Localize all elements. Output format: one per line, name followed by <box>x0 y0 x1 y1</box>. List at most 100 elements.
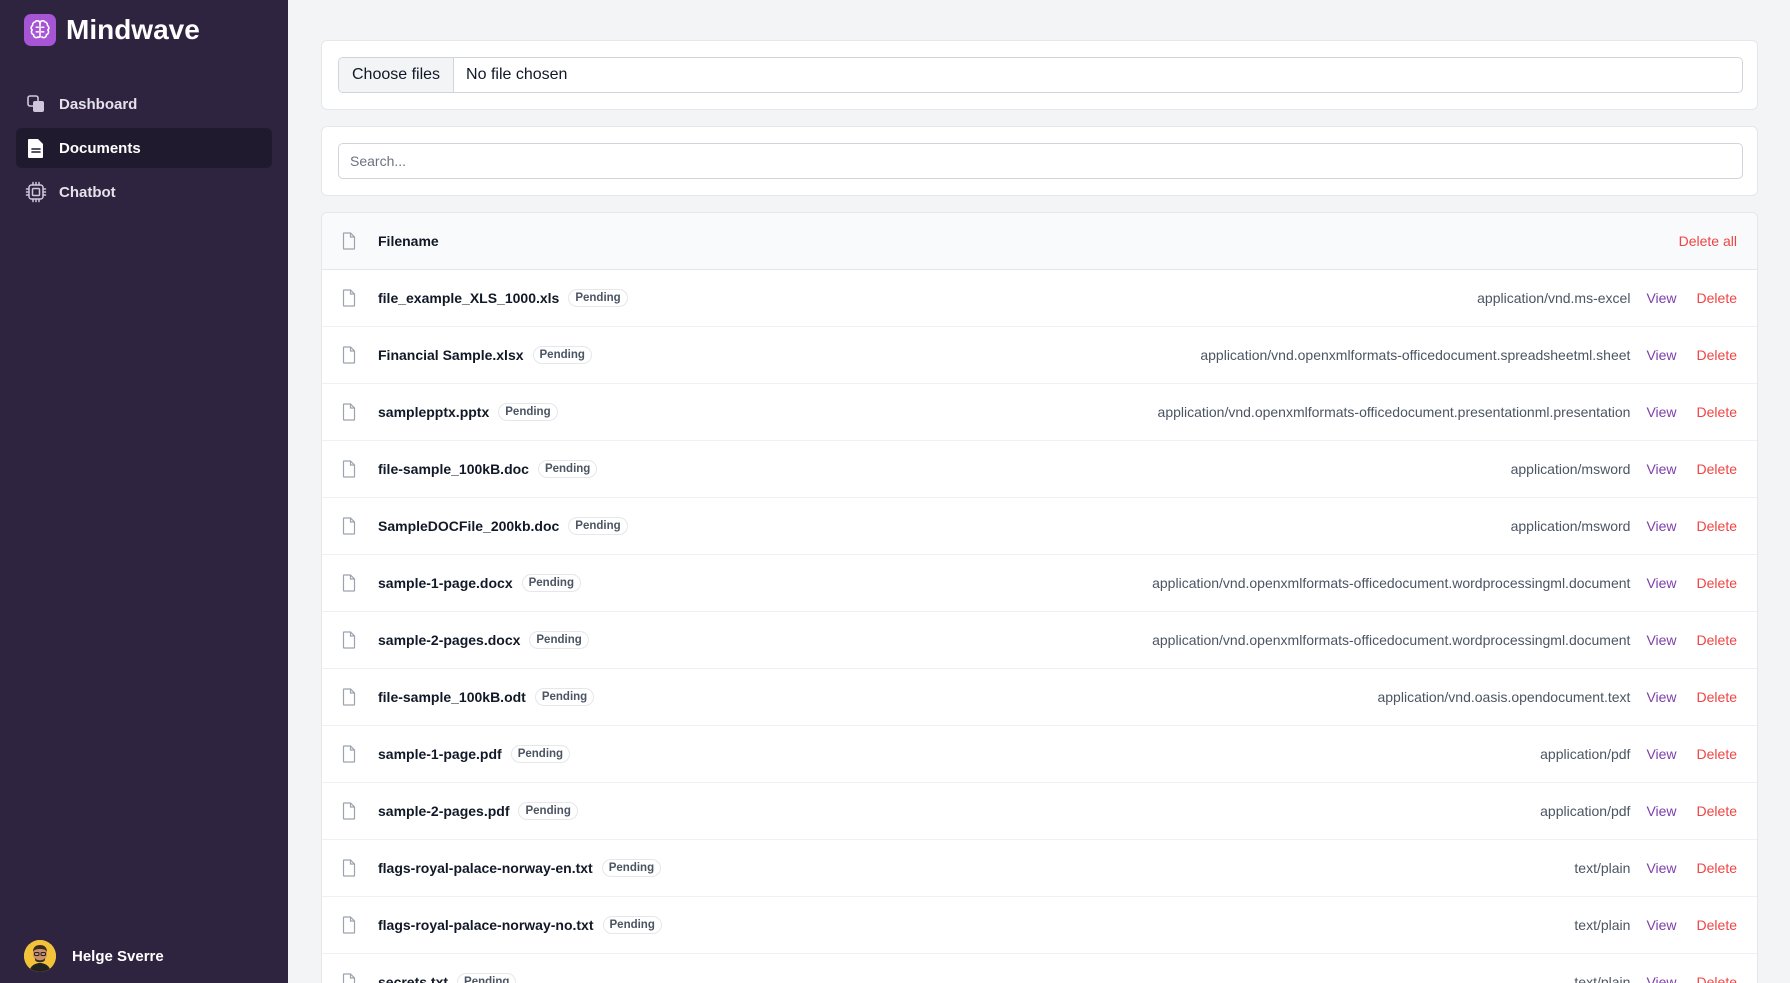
file-icon <box>342 345 358 365</box>
view-button[interactable]: View <box>1646 917 1676 933</box>
view-button[interactable]: View <box>1646 461 1676 477</box>
file-icon <box>342 630 358 650</box>
table-row: SampleDOCFile_200kb.doc Pending applicatio… <box>322 498 1757 555</box>
delete-button[interactable]: Delete <box>1697 461 1737 477</box>
table-row: samplepptx.pptx Pending application/vnd.op… <box>322 384 1757 441</box>
choose-files-button[interactable]: Choose files <box>339 58 455 92</box>
status-badge: Pending <box>529 631 589 649</box>
status-badge: Pending <box>532 346 592 364</box>
view-button[interactable]: View <box>1646 347 1676 363</box>
file-icon <box>342 744 358 764</box>
delete-button[interactable]: Delete <box>1697 917 1737 933</box>
table-row: secrets.txt Pending text/plain View Delete <box>322 954 1757 983</box>
mime-type: text/plain <box>1574 860 1631 876</box>
mime-type: application/vnd.ms-excel <box>1477 290 1631 306</box>
file-icon <box>342 573 358 593</box>
table-header: Filename Delete all <box>322 213 1757 270</box>
status-badge: Pending <box>568 517 628 535</box>
table-row: file-sample_100kB.doc Pending application/… <box>322 441 1757 498</box>
delete-button[interactable]: Delete <box>1697 404 1737 420</box>
view-button[interactable]: View <box>1646 803 1676 819</box>
app-name: Mindwave <box>66 14 200 45</box>
delete-button[interactable]: Delete <box>1697 290 1737 306</box>
status-badge: Pending <box>537 460 598 478</box>
file-upload-input[interactable]: Choose files No file chosen <box>338 57 1743 93</box>
sidebar-item-label: Chatbot <box>59 183 116 201</box>
delete-button[interactable]: Delete <box>1697 803 1737 819</box>
view-button[interactable]: View <box>1646 860 1676 876</box>
view-button[interactable]: View <box>1646 290 1676 306</box>
search-input[interactable] <box>338 143 1743 179</box>
view-button[interactable]: View <box>1646 575 1676 591</box>
document-icon <box>25 137 47 159</box>
filename: sample-1-page.pdf <box>378 746 502 762</box>
table-row: flags-royal-palace-norway-no.txt Pending t… <box>322 897 1757 954</box>
brand[interactable]: Mindwave <box>24 14 200 46</box>
delete-all-button[interactable]: Delete all <box>1679 233 1737 249</box>
file-status-text: No file chosen <box>466 66 568 83</box>
file-icon <box>342 459 358 479</box>
filename-column-header[interactable]: Filename <box>378 233 1679 249</box>
delete-button[interactable]: Delete <box>1697 689 1737 705</box>
filename: sample-1-page.docx <box>378 575 513 591</box>
table-row: Financial Sample.xlsx Pending application/… <box>322 327 1757 384</box>
delete-button[interactable]: Delete <box>1697 347 1737 363</box>
delete-button[interactable]: Delete <box>1697 632 1737 648</box>
view-button[interactable]: View <box>1646 689 1676 705</box>
table-row: file_example_XLS_1000.xls Pending applicat… <box>322 270 1757 327</box>
mime-type: application/vnd.openxmlformats-officedoc… <box>1152 575 1631 591</box>
view-button[interactable]: View <box>1646 404 1676 420</box>
table-row: file-sample_100kB.odt Pending application/… <box>322 669 1757 726</box>
filename: file-sample_100kB.odt <box>378 689 526 705</box>
mime-type: application/vnd.oasis.opendocument.text <box>1377 689 1631 705</box>
delete-button[interactable]: Delete <box>1697 575 1737 591</box>
sidebar-item-dashboard[interactable]: Dashboard <box>16 84 272 124</box>
filename: sample-2-pages.docx <box>378 632 521 648</box>
file-icon <box>342 972 358 983</box>
mime-type: text/plain <box>1574 974 1631 983</box>
chip-icon <box>25 181 47 203</box>
filename: sample-2-pages.pdf <box>378 803 510 819</box>
view-button[interactable]: View <box>1646 974 1676 983</box>
status-badge: Pending <box>457 973 517 983</box>
table-row: sample-2-pages.docx Pending application/vn… <box>322 612 1757 669</box>
delete-button[interactable]: Delete <box>1697 860 1737 876</box>
upload-card: Choose files No file chosen <box>321 40 1758 110</box>
status-badge: Pending <box>534 688 595 706</box>
sidebar-item-label: Documents <box>59 139 141 157</box>
file-icon <box>342 231 358 251</box>
mime-type: text/plain <box>1574 917 1631 933</box>
mime-type: application/pdf <box>1540 746 1631 762</box>
filename: samplepptx.pptx <box>378 404 490 420</box>
file-icon <box>342 516 358 536</box>
filename: file_example_XLS_1000.xls <box>378 290 560 306</box>
brain-icon <box>24 14 56 46</box>
status-badge: Pending <box>568 289 628 307</box>
view-button[interactable]: View <box>1646 518 1676 534</box>
mime-type: application/vnd.openxmlformats-officedoc… <box>1152 632 1631 648</box>
user-profile[interactable]: Helge Sverre <box>24 940 164 972</box>
status-badge: Pending <box>601 859 662 877</box>
view-button[interactable]: View <box>1646 746 1676 762</box>
mime-type: application/msword <box>1510 518 1631 534</box>
table-row: flags-royal-palace-norway-en.txt Pending t… <box>322 840 1757 897</box>
delete-button[interactable]: Delete <box>1697 746 1737 762</box>
sidebar-item-documents[interactable]: Documents <box>16 128 272 168</box>
mime-type: application/pdf <box>1540 803 1631 819</box>
view-button[interactable]: View <box>1646 632 1676 648</box>
user-name: Helge Sverre <box>72 947 164 965</box>
file-icon <box>342 402 358 422</box>
delete-button[interactable]: Delete <box>1697 974 1737 983</box>
sidebar-item-chatbot[interactable]: Chatbot <box>16 172 272 212</box>
status-badge: Pending <box>602 916 662 934</box>
table-body: file_example_XLS_1000.xls Pending applicat… <box>322 270 1757 983</box>
filename: secrets.txt <box>378 974 449 983</box>
status-badge: Pending <box>521 574 581 592</box>
delete-button[interactable]: Delete <box>1697 518 1737 534</box>
status-badge: Pending <box>518 802 578 820</box>
avatar <box>24 940 56 972</box>
file-icon <box>342 858 358 878</box>
status-badge: Pending <box>510 745 571 763</box>
filename: SampleDOCFile_200kb.doc <box>378 518 560 534</box>
file-icon <box>342 915 358 935</box>
